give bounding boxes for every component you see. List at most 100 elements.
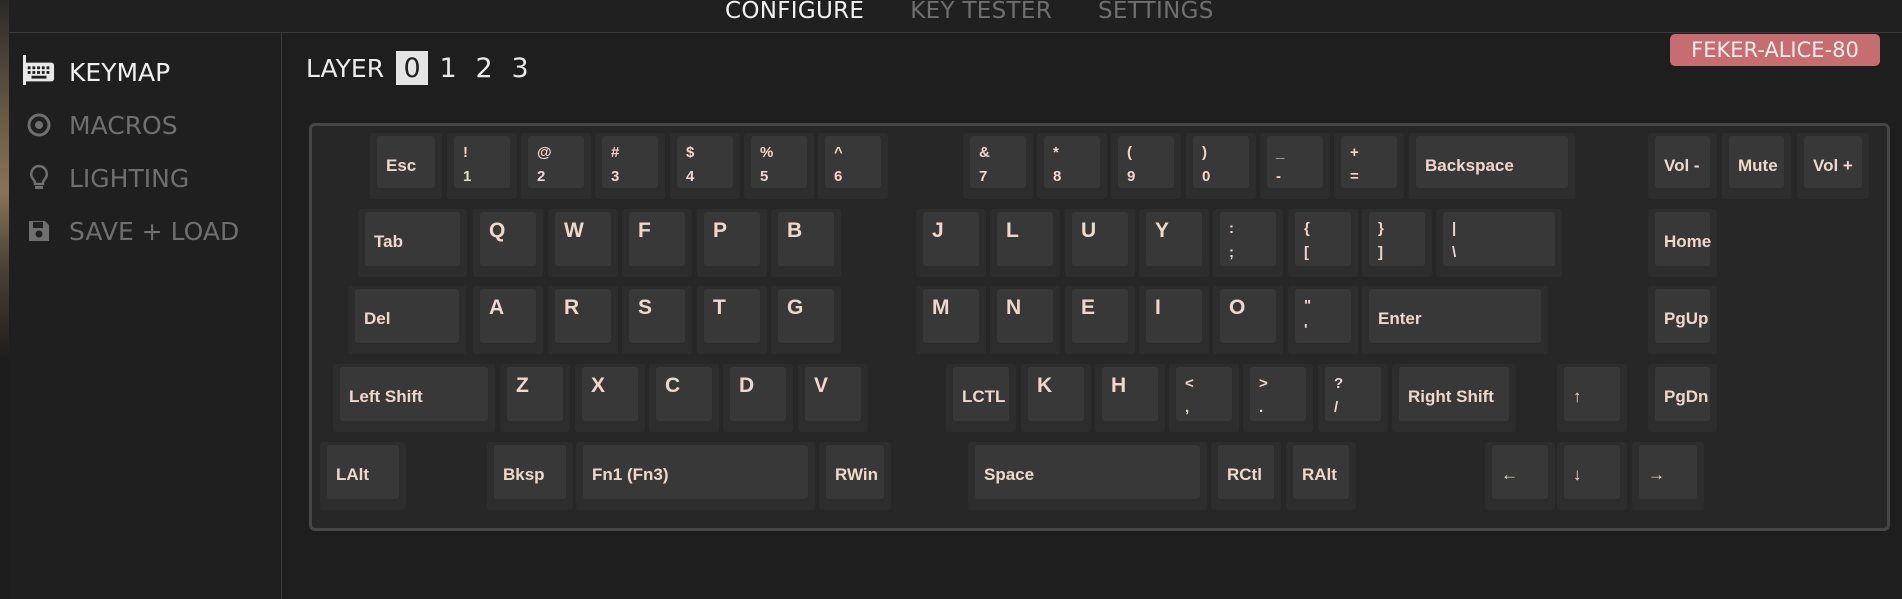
key-z[interactable]: Z [500,364,570,432]
key-1[interactable]: ! 1 [447,133,517,199]
key-esc[interactable]: Esc [370,133,442,199]
sidebar-item-keymap[interactable]: KEYMAP [23,54,170,90]
key-sym-28[interactable]: {[ [1288,209,1358,277]
key-b[interactable]: B [771,209,841,277]
key-fn1-fn3[interactable]: Fn1 (Fn3) [576,442,815,510]
key-sym-55[interactable]: <, [1169,364,1239,432]
keyboard-layout: Esc! 1 @2 #3 $4% 5 ^ 6 & 7 * 8(9) 0 _ - + = Backspace Vol … [309,123,1890,531]
key-backspace[interactable]: Backspace [1409,133,1575,199]
key-right-shift[interactable]: Right Shift [1392,364,1516,432]
key-a[interactable]: A [473,286,543,354]
sidebar-item-save-load[interactable]: SAVE + LOAD [23,213,239,249]
key-sym-69[interactable]: ↓ [1557,442,1627,510]
key-rwin[interactable]: RWin [819,442,891,510]
key-5[interactable]: % 5 [744,133,814,199]
key-sym-59[interactable]: ↑ [1557,364,1627,432]
key-sym-27[interactable]: :; [1213,209,1283,277]
key-v[interactable]: V [798,364,868,432]
key-o[interactable]: O [1213,286,1283,354]
keycap: Enter [1369,289,1541,343]
key-x[interactable]: X [575,364,645,432]
key-l[interactable]: L [990,209,1060,277]
key-g[interactable]: G [771,286,841,354]
key-sym-11[interactable]: _ - [1260,133,1330,199]
key-sym-70[interactable]: → [1632,442,1704,510]
key-s[interactable]: S [622,286,692,354]
key-d[interactable]: D [723,364,793,432]
key-legend: S [638,296,653,319]
key-legend: G [787,296,804,319]
key-w[interactable]: W [548,209,618,277]
key-mute[interactable]: Mute [1722,133,1791,199]
key-tab[interactable]: Tab [358,209,467,277]
key-sym-12[interactable]: + = [1334,133,1404,199]
key-legend: W [564,219,584,242]
key-m[interactable]: M [916,286,986,354]
key-3[interactable]: #3 [595,133,665,199]
key-enter[interactable]: Enter [1362,286,1548,354]
key-e[interactable]: E [1065,286,1135,354]
key-del[interactable]: Del [348,286,466,354]
layer-3-button[interactable]: 3 [504,51,536,85]
key-legend: M [932,296,950,319]
sidebar-item-macros[interactable]: MACROS [23,107,178,143]
layer-0-button[interactable]: 0 [396,51,429,85]
floppy-icon [23,218,55,244]
sidebar-item-label: MACROS [69,110,178,140]
key-4[interactable]: $4 [670,133,740,199]
key-y[interactable]: Y [1139,209,1209,277]
key-sym-56[interactable]: >. [1243,364,1313,432]
key-lctl[interactable]: LCTL [946,364,1016,432]
key-2[interactable]: @2 [521,133,591,199]
sidebar-item-lighting[interactable]: LIGHTING [23,160,189,196]
key-k[interactable]: K [1021,364,1091,432]
key-legend: , [1185,399,1190,416]
key-pgdn[interactable]: PgDn [1648,364,1717,432]
key-legend: ; [1229,244,1234,261]
tab-configure[interactable]: CONFIGURE [725,0,864,23]
tab-settings[interactable]: SETTINGS [1098,0,1214,23]
key-vol[interactable]: Vol + [1797,133,1869,199]
key-legend: U [1081,219,1097,242]
layer-selector: LAYER 0 1 2 3 [306,50,540,86]
layer-1-button[interactable]: 1 [432,51,464,85]
key-sym-43[interactable]: " ' [1288,286,1358,354]
key-legend: 8 [1053,168,1062,185]
key-8[interactable]: * 8 [1037,133,1107,199]
layer-2-button[interactable]: 2 [468,51,500,85]
key-c[interactable]: C [649,364,719,432]
key-sym-29[interactable]: }] [1362,209,1432,277]
key-rctl[interactable]: RCtl [1211,442,1281,510]
key-sym-30[interactable]: | \ [1436,209,1562,277]
key-7[interactable]: & 7 [963,133,1033,199]
key-9[interactable]: (9 [1111,133,1181,199]
key-j[interactable]: J [916,209,986,277]
key-sym-57[interactable]: ? / [1318,364,1388,432]
key-0[interactable]: ) 0 [1186,133,1256,199]
key-vol[interactable]: Vol - [1648,133,1717,199]
keyboard-icon [23,59,55,85]
tab-key-tester[interactable]: KEY TESTER [910,0,1052,23]
key-n[interactable]: N [990,286,1060,354]
key-space[interactable]: Space [968,442,1207,510]
key-sym-68[interactable]: ← [1485,442,1555,510]
key-u[interactable]: U [1065,209,1135,277]
key-legend: ' [1304,321,1308,338]
key-lalt[interactable]: LAlt [320,442,406,510]
key-t[interactable]: T [697,286,767,354]
key-r[interactable]: R [548,286,618,354]
key-f[interactable]: F [622,209,692,277]
key-ralt[interactable]: RAlt [1286,442,1356,510]
key-home[interactable]: Home [1648,209,1717,277]
key-legend: X [591,374,606,397]
key-p[interactable]: P [697,209,767,277]
key-bksp[interactable]: Bksp [487,442,573,510]
key-q[interactable]: Q [473,209,543,277]
record-icon [23,112,55,138]
key-left-shift[interactable]: Left Shift [333,364,495,432]
key-legend: } [1378,220,1384,237]
key-h[interactable]: H [1095,364,1165,432]
key-6[interactable]: ^ 6 [818,133,888,199]
key-i[interactable]: I [1139,286,1209,354]
key-pgup[interactable]: PgUp [1648,286,1717,354]
